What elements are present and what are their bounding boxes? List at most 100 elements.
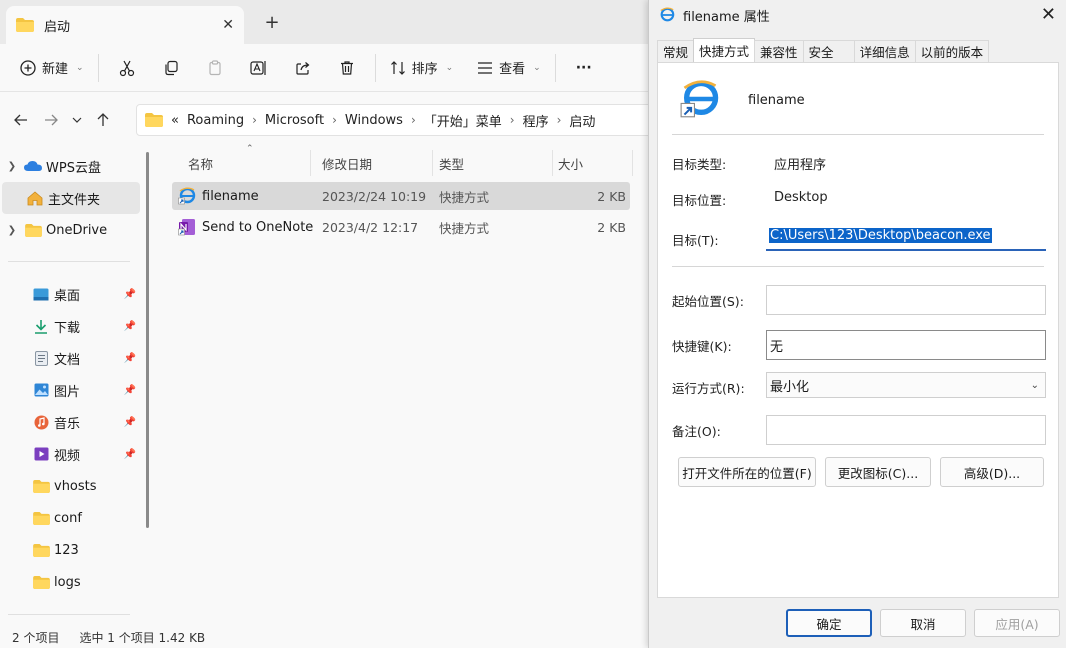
target-label: 目标(T): — [672, 233, 719, 248]
column-separator[interactable] — [632, 150, 633, 176]
sidebar-item-desktop[interactable]: 桌面 📌 — [0, 278, 140, 310]
start-in-input[interactable] — [766, 285, 1046, 315]
dialog-title-bar: filename 属性 — [649, 0, 1066, 30]
file-row[interactable]: filename 2023/2/24 10:19 快捷方式 2 KB — [172, 182, 630, 210]
pin-icon[interactable]: 📌 — [124, 385, 136, 396]
column-header-modified[interactable]: 修改日期 — [322, 148, 372, 178]
chevron-right-icon[interactable]: › — [510, 113, 515, 127]
column-separator[interactable] — [552, 150, 553, 176]
sidebar-item-wps-cloud[interactable]: ❯ WPS云盘 — [0, 150, 140, 182]
target-input[interactable]: C:\Users\123\Desktop\beacon.exe — [766, 221, 1046, 251]
rename-button[interactable] — [237, 52, 281, 84]
divider — [374, 53, 376, 82]
command-bar: 新建 ⌄ 排序 ⌄ 查看 ⌄ ··· — [0, 44, 660, 92]
file-row[interactable]: Send to OneNote 2023/4/2 12:17 快捷方式 2 KB — [172, 213, 630, 241]
recent-locations-button[interactable] — [66, 105, 88, 135]
back-button[interactable] — [6, 105, 36, 135]
close-icon[interactable]: ✕ — [1041, 4, 1056, 25]
address-bar[interactable]: « Roaming › Microsoft › Windows › 「开始」菜单… — [136, 104, 656, 136]
more-options-button[interactable]: ··· — [562, 52, 606, 84]
breadcrumb-windows[interactable]: Windows — [345, 113, 403, 128]
pin-icon[interactable]: 📌 — [124, 449, 136, 460]
copy-button[interactable] — [149, 52, 193, 84]
ok-button[interactable]: 确定 — [786, 609, 872, 637]
chevron-right-icon[interactable]: › — [411, 113, 416, 127]
tab-previous-versions[interactable]: 以前的版本 — [914, 40, 990, 62]
dialog-title: filename 属性 — [683, 9, 770, 25]
pin-icon[interactable]: 📌 — [124, 353, 136, 364]
chevron-right-icon[interactable]: › — [557, 113, 562, 127]
sidebar-item-music[interactable]: 音乐 📌 — [0, 406, 140, 438]
breadcrumb-programs[interactable]: 程序 — [523, 111, 549, 130]
tab-shortcut[interactable]: 快捷方式 — [693, 38, 756, 62]
up-button[interactable] — [88, 105, 118, 135]
pin-icon[interactable]: 📌 — [124, 417, 136, 428]
properties-dialog: filename 属性 ✕ 常规 快捷方式 兼容性 安全 详细信息 以前的版本 … — [648, 0, 1066, 648]
tab-startup[interactable]: 启动 ✕ — [6, 6, 244, 44]
open-file-location-button[interactable]: 打开文件所在的位置(F) — [678, 457, 816, 487]
comment-input[interactable] — [766, 415, 1046, 445]
run-select[interactable]: 最小化 ⌄ — [766, 372, 1046, 398]
apply-button[interactable]: 应用(A) — [974, 609, 1060, 637]
chevron-right-icon[interactable]: › — [252, 113, 257, 127]
column-separator[interactable] — [432, 150, 433, 176]
target-location-value: Desktop — [774, 190, 828, 205]
column-header-name[interactable]: 名称 — [188, 148, 213, 178]
sidebar-item-home[interactable]: 主文件夹 — [2, 182, 140, 214]
breadcrumb-microsoft[interactable]: Microsoft — [265, 113, 324, 128]
sidebar-divider — [8, 614, 130, 615]
tab-compatibility[interactable]: 兼容性 — [754, 40, 804, 62]
plus-circle-icon — [20, 59, 36, 76]
close-tab-icon[interactable]: ✕ — [222, 17, 234, 33]
pin-icon[interactable]: 📌 — [124, 321, 136, 332]
file-name: Send to OneNote — [202, 219, 314, 235]
pin-icon[interactable]: 📌 — [124, 289, 136, 300]
cut-button[interactable] — [105, 52, 149, 84]
sidebar-item-label: 文档 — [54, 352, 81, 368]
sidebar-item-label: 桌面 — [54, 288, 81, 304]
sidebar-item-logs[interactable]: logs — [0, 566, 140, 598]
file-size: 2 KB — [597, 188, 626, 204]
tab-details[interactable]: 详细信息 — [853, 40, 916, 62]
forward-button[interactable] — [36, 105, 66, 135]
sidebar-item-pictures[interactable]: 图片 📌 — [0, 374, 140, 406]
tab-security[interactable]: 安全 — [802, 40, 855, 62]
breadcrumb-roaming[interactable]: Roaming — [187, 113, 244, 128]
sort-button[interactable]: 排序 ⌄ — [382, 52, 462, 84]
column-separator[interactable] — [310, 150, 311, 176]
tab-general[interactable]: 常规 — [657, 40, 695, 62]
picture-icon — [32, 382, 50, 398]
sidebar-scrollbar[interactable] — [146, 152, 149, 528]
column-header-type[interactable]: 类型 — [439, 148, 464, 178]
delete-button[interactable] — [325, 52, 369, 84]
sidebar-item-123[interactable]: 123 — [0, 534, 140, 566]
chevron-right-icon[interactable]: › — [332, 113, 337, 127]
column-header-size[interactable]: 大小 — [558, 148, 583, 178]
change-icon-button[interactable]: 更改图标(C)... — [825, 457, 931, 487]
chevron-right-icon[interactable]: ❯ — [0, 225, 24, 236]
sidebar-item-vhosts[interactable]: vhosts — [0, 470, 140, 502]
cancel-button[interactable]: 取消 — [880, 609, 966, 637]
breadcrumb-overflow[interactable]: « — [171, 113, 179, 128]
sidebar-item-documents[interactable]: 文档 📌 — [0, 342, 140, 374]
sidebar-item-videos[interactable]: 视频 📌 — [0, 438, 140, 470]
paste-button[interactable] — [193, 52, 237, 84]
view-button[interactable]: 查看 ⌄ — [469, 52, 549, 84]
sidebar-item-conf[interactable]: conf — [0, 502, 140, 534]
sidebar-item-downloads[interactable]: 下载 📌 — [0, 310, 140, 342]
home-icon — [26, 190, 44, 206]
scissors-icon — [119, 60, 134, 76]
share-button[interactable] — [281, 52, 325, 84]
breadcrumb-start-menu[interactable]: 「开始」菜单 — [424, 111, 502, 130]
sidebar-item-onedrive[interactable]: ❯ OneDrive — [0, 214, 140, 246]
selection-info: 选中 1 个项目 1.42 KB — [79, 630, 206, 645]
sort-button-label: 排序 — [411, 62, 438, 77]
hotkey-input[interactable]: 无 — [766, 330, 1046, 360]
new-tab-button[interactable]: + — [262, 12, 282, 33]
desktop-icon — [32, 286, 50, 302]
advanced-button[interactable]: 高级(D)... — [940, 457, 1044, 487]
breadcrumb-startup[interactable]: 启动 — [569, 111, 595, 130]
chevron-right-icon[interactable]: ❯ — [0, 161, 24, 172]
new-button[interactable]: 新建 ⌄ — [12, 52, 92, 84]
onenote-shortcut-icon — [178, 219, 195, 236]
